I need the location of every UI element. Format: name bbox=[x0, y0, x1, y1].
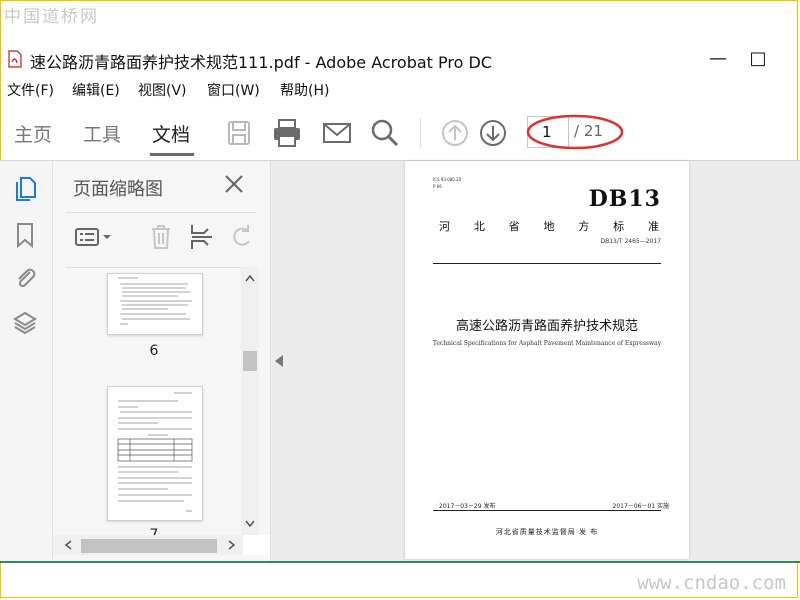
issuer: 河北省质量技术监督局 发 布 bbox=[495, 528, 599, 536]
panel-divider bbox=[66, 267, 256, 268]
maximize-button[interactable]: □ bbox=[738, 44, 778, 74]
toolbar: 主页 工具 文档 登 bbox=[0, 108, 800, 251]
db-heading: DB13 bbox=[588, 186, 661, 212]
panel-title: 页面缩略图 bbox=[73, 179, 163, 200]
watermark-top: 中国道桥网 bbox=[4, 7, 99, 27]
vertical-scrollbar[interactable] bbox=[241, 267, 259, 537]
standard-char: 准 bbox=[647, 220, 659, 233]
minimize-button[interactable]: — bbox=[698, 44, 738, 74]
thumbnail-label: 7 bbox=[149, 527, 159, 535]
pdf-page: ICS 93.080.20 P 66 DB13 河 北 省 地 方 标 准 DB… bbox=[405, 161, 689, 559]
standard-char: 北 bbox=[473, 220, 485, 233]
page-6-preview bbox=[118, 277, 192, 325]
previous-page-icon[interactable] bbox=[438, 116, 472, 150]
search-icon[interactable] bbox=[368, 116, 402, 150]
standard-type: 河 北 省 地 方 标 准 bbox=[439, 218, 659, 234]
pdf-file-icon bbox=[8, 50, 22, 68]
thumbnails-panel: 页面缩略图 6 7 bbox=[53, 161, 271, 561]
menu-window[interactable]: 窗口(W) bbox=[207, 80, 260, 100]
document-title-english: Technical Specifications for Asphalt Pav… bbox=[432, 340, 662, 347]
window-title: 速公路沥青路面养护技术规范111.pdf - Adobe Acrobat Pro… bbox=[30, 53, 492, 72]
standard-char: 省 bbox=[508, 220, 520, 233]
extract-pages-icon[interactable] bbox=[188, 221, 216, 253]
left-navigation-rail bbox=[0, 161, 53, 561]
page-7-preview bbox=[117, 392, 193, 512]
standard-char: 方 bbox=[578, 220, 590, 233]
tab-tools[interactable]: 工具 bbox=[83, 120, 121, 147]
thumbnail-options-icon[interactable] bbox=[73, 221, 115, 253]
bookmark-icon[interactable] bbox=[12, 221, 38, 249]
menu-help[interactable]: 帮助(H) bbox=[280, 80, 329, 100]
release-date: 2017－03－29 发布 bbox=[439, 503, 496, 510]
layers-icon[interactable] bbox=[12, 309, 38, 337]
attachment-icon[interactable] bbox=[12, 263, 38, 291]
print-icon[interactable] bbox=[270, 116, 304, 150]
active-tab-indicator bbox=[150, 153, 194, 156]
tab-document[interactable]: 文档 bbox=[152, 120, 190, 147]
delete-icon[interactable] bbox=[147, 221, 175, 253]
page-rule bbox=[433, 263, 661, 264]
save-icon[interactable] bbox=[222, 116, 256, 150]
title-bar: 速公路沥青路面养护技术规范111.pdf - Adobe Acrobat Pro… bbox=[0, 44, 800, 76]
email-icon[interactable] bbox=[320, 116, 354, 150]
standard-number: DB13/T 2465—2017 bbox=[600, 238, 661, 245]
thumbnail-page-7[interactable] bbox=[107, 386, 203, 521]
ics-code: ICS 93.080.20 bbox=[433, 177, 462, 182]
page-thumbnails-icon[interactable] bbox=[12, 175, 38, 203]
menu-bar: 文件(F) 编辑(E) 视图(V) 窗口(W) 帮助(H) bbox=[0, 80, 800, 102]
document-view[interactable]: ICS 93.080.20 P 66 DB13 河 北 省 地 方 标 准 DB… bbox=[271, 161, 800, 561]
tab-home[interactable]: 主页 bbox=[14, 120, 52, 147]
collapse-panel-arrow-icon[interactable] bbox=[275, 355, 283, 367]
document-title: 高速公路沥青路面养护技术规范 bbox=[455, 319, 638, 334]
close-icon[interactable] bbox=[223, 173, 245, 195]
annotation-ellipse bbox=[526, 114, 624, 150]
date-row: 2017－03－29 发布 2017－06－01 实施 bbox=[439, 501, 669, 510]
rotate-icon[interactable] bbox=[228, 221, 256, 253]
standard-char: 标 bbox=[613, 220, 625, 233]
standard-char: 河 bbox=[439, 220, 450, 233]
menu-file[interactable]: 文件(F) bbox=[7, 80, 54, 100]
page-rule bbox=[433, 510, 661, 511]
implementation-date: 2017－06－01 实施 bbox=[612, 503, 669, 510]
status-line bbox=[0, 561, 800, 563]
thumbnail-label: 6 bbox=[149, 343, 159, 359]
watermark-bottom: www.cndao.com bbox=[637, 572, 786, 594]
menu-view[interactable]: 视图(V) bbox=[138, 80, 187, 100]
next-page-icon[interactable] bbox=[476, 116, 510, 150]
class-code: P 66 bbox=[433, 184, 442, 189]
thumbnail-page-6[interactable] bbox=[107, 273, 203, 335]
panel-divider bbox=[66, 212, 256, 213]
standard-char: 地 bbox=[543, 220, 555, 233]
menu-edit[interactable]: 编辑(E) bbox=[72, 80, 120, 100]
toolbar-separator bbox=[420, 118, 421, 148]
horizontal-scrollbar[interactable] bbox=[53, 535, 270, 555]
